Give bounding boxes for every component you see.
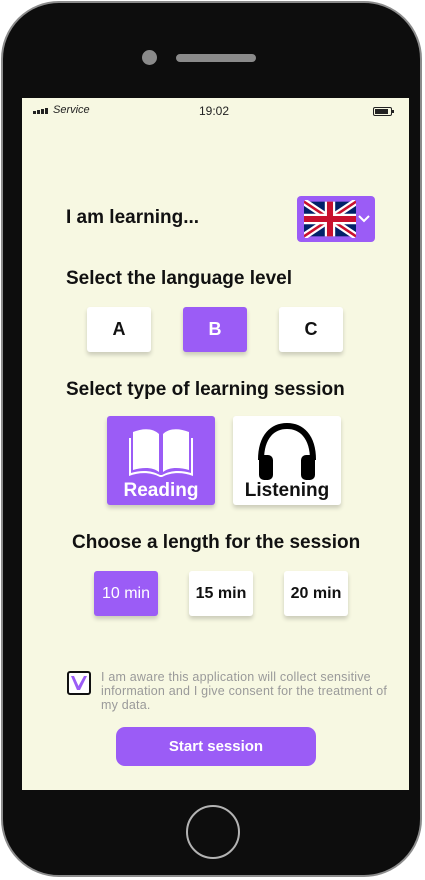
status-bar: Service 19:02 <box>22 98 409 124</box>
level-c-button[interactable]: C <box>279 307 343 352</box>
chevron-down-icon <box>358 215 370 223</box>
signal-icon <box>33 108 48 114</box>
level-a-button[interactable]: A <box>87 307 151 352</box>
carrier-name: Service <box>53 104 90 116</box>
start-session-button[interactable]: Start session <box>116 727 316 766</box>
length-20-button[interactable]: 20 min <box>284 571 348 616</box>
consent-checkbox[interactable] <box>67 671 91 695</box>
length-15-button[interactable]: 15 min <box>189 571 253 616</box>
level-label: Select the language level <box>66 268 292 289</box>
status-time: 19:02 <box>199 104 230 118</box>
app-screen: Service 19:02 I am learning... Select th… <box>22 98 409 790</box>
session-type-label: Select type of learning session <box>66 379 345 400</box>
earpiece-speaker <box>176 54 256 62</box>
level-b-button[interactable]: B <box>183 307 247 352</box>
language-dropdown[interactable] <box>297 196 375 242</box>
listening-button[interactable]: Listening <box>233 416 341 505</box>
reading-label: Reading <box>123 480 199 501</box>
battery-icon <box>373 107 394 116</box>
front-camera <box>142 50 157 65</box>
headphones-icon <box>258 422 316 480</box>
listening-label: Listening <box>244 480 330 501</box>
consent-text: I am aware this application will collect… <box>101 670 388 712</box>
uk-flag-icon <box>304 200 356 238</box>
learning-label: I am learning... <box>66 207 200 228</box>
phone-frame: Service 19:02 I am learning... Select th… <box>1 1 422 877</box>
book-icon <box>129 429 193 477</box>
checkmark-icon <box>71 676 87 690</box>
reading-button[interactable]: Reading <box>107 416 215 505</box>
home-button[interactable] <box>186 805 240 859</box>
length-10-button[interactable]: 10 min <box>94 571 158 616</box>
length-label: Choose a length for the session <box>72 532 361 553</box>
